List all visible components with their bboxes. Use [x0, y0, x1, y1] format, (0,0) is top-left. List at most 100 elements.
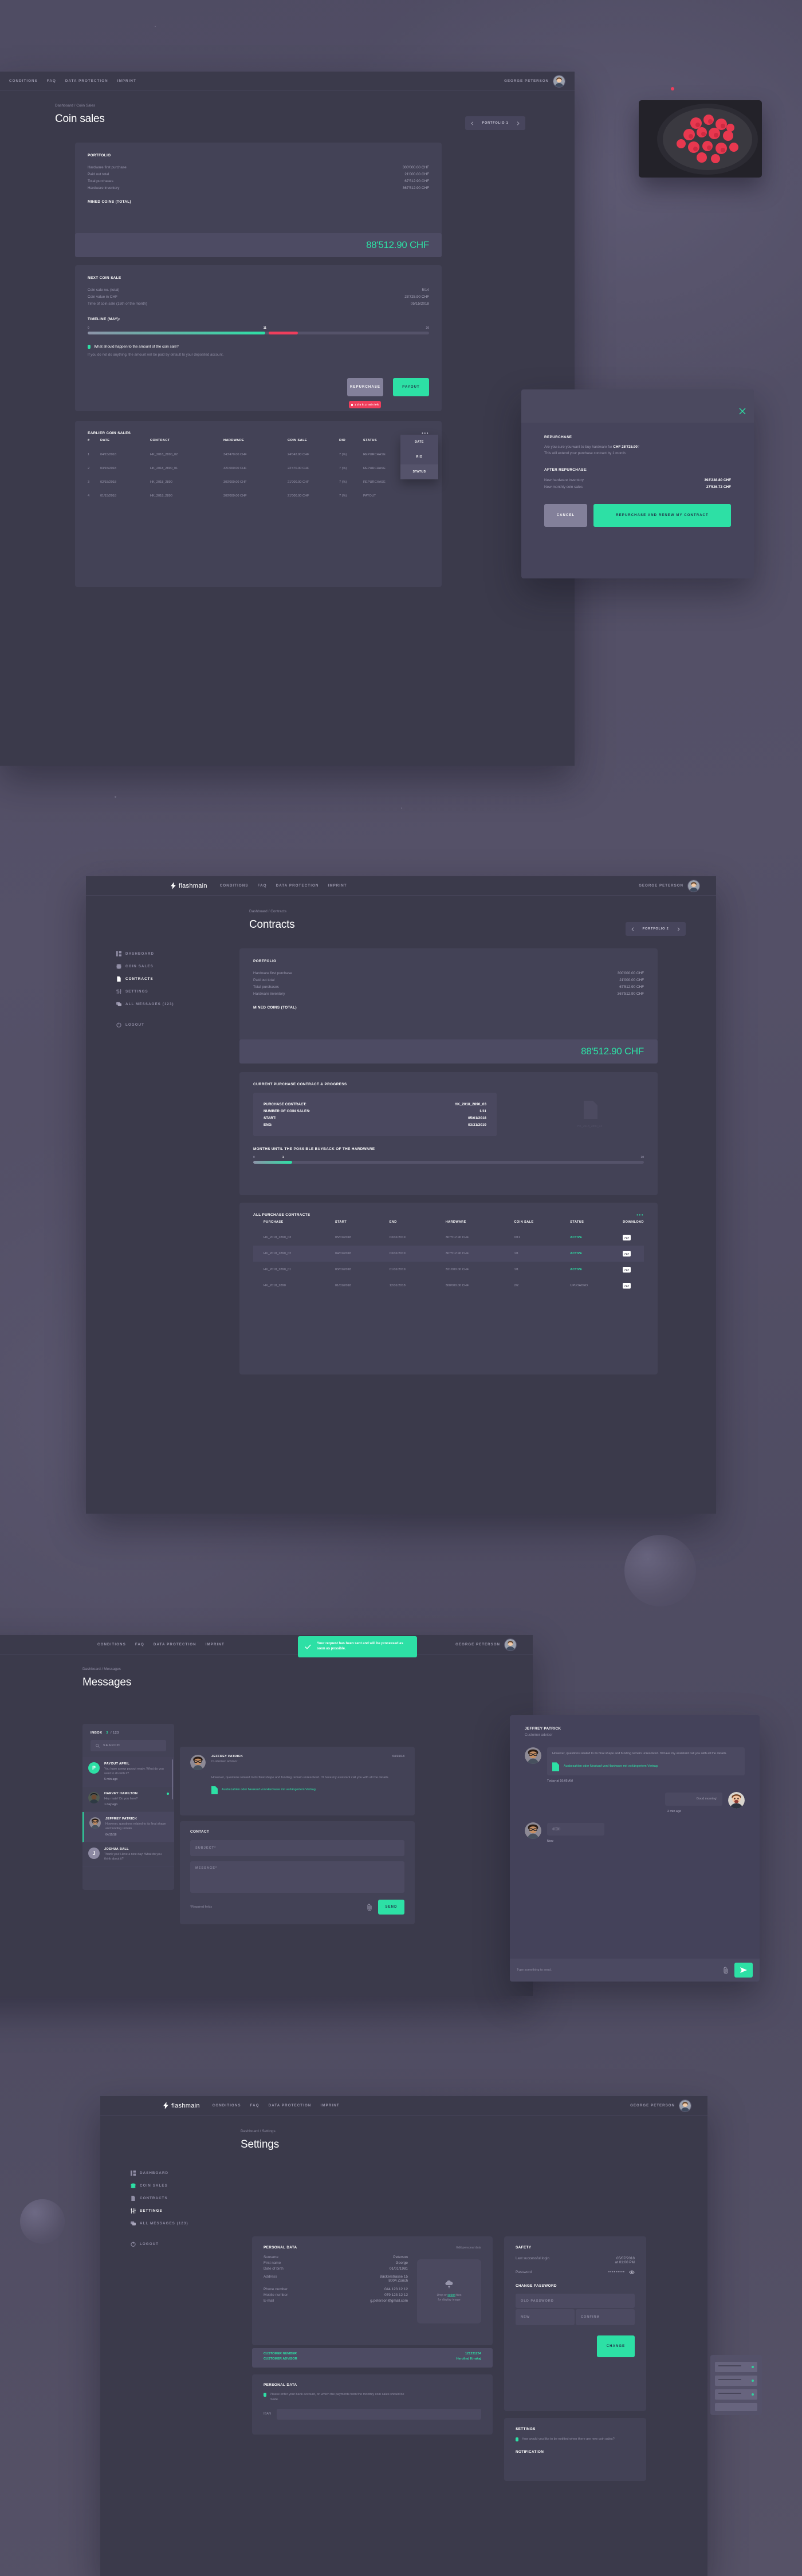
user-menu[interactable]: GEORGE PETERSON	[504, 74, 565, 88]
timeline-track[interactable]	[88, 332, 429, 334]
sidebar-item-all-messages[interactable]: ALL MESSAGES (123)	[131, 2221, 188, 2226]
display-image-dropzone[interactable]: Drop or select files for display image	[417, 2259, 481, 2323]
old-password-input[interactable]: OLD PASSWORD	[516, 2294, 635, 2308]
more-options-icon[interactable]: •••	[636, 1212, 644, 1217]
nav-faq[interactable]: FAQ	[250, 2104, 260, 2108]
nav-imprint[interactable]: IMPRINT	[321, 2104, 340, 2108]
sidebar-item-coin-sales[interactable]: COIN SALES	[116, 964, 174, 969]
sidebar-item-logout[interactable]: LOGOUT	[131, 2242, 188, 2247]
contract-doc-preview[interactable]: HK_2018_2890_03	[577, 1101, 602, 1128]
sort-option-rio[interactable]: RIO	[400, 450, 438, 464]
chat-send-button[interactable]	[734, 1963, 753, 1978]
paperclip-icon[interactable]	[724, 1967, 729, 1974]
chat-input[interactable]: Type something to send.	[517, 1968, 718, 1972]
nav-data-protection[interactable]: DATA PROTECTION	[154, 1643, 196, 1647]
avatar: P	[88, 1762, 100, 1774]
buyback-progress[interactable]: 0 1 10	[253, 1156, 644, 1164]
pdf-download-button[interactable]: PDF	[623, 1235, 631, 1240]
chat-attachment[interactable]: PDF Ausbezahlen oder Neukauf von Hardwar…	[552, 1762, 740, 1771]
decor-sphere-large	[624, 1535, 696, 1606]
repurchase-button[interactable]: REPURCHASE	[347, 378, 383, 396]
list-item[interactable]: P PAYOUT APRIL You have a new payout rea…	[82, 1757, 174, 1787]
sidebar-item-dashboard[interactable]: DASHBOARD	[116, 951, 174, 956]
list-item[interactable]: HARVEY HAMILTON Hey mate! Do you here? 1…	[82, 1787, 174, 1813]
timeline[interactable]: 0 11 20	[88, 326, 429, 334]
portfolio-selector[interactable]: PORTFOLIO 1	[465, 116, 525, 130]
cancel-button[interactable]: CANCEL	[544, 504, 587, 527]
chevron-left-icon	[631, 927, 634, 931]
scrollbar[interactable]	[172, 1759, 173, 1799]
user-menu[interactable]: GEORGE PETERSON	[455, 1638, 517, 1651]
nav-imprint[interactable]: IMPRINT	[206, 1643, 225, 1647]
nav-conditions[interactable]: CONDITIONS	[97, 1643, 126, 1647]
pdf-download-button[interactable]: PDF	[623, 1267, 631, 1273]
avatar[interactable]	[687, 879, 700, 892]
sort-option-date[interactable]: DATE	[400, 435, 438, 450]
sidebar-item-contracts[interactable]: CONTRACTS	[116, 976, 174, 982]
personal-row: E-mail g.peterson@gmail.com	[264, 2298, 408, 2303]
message-field[interactable]: MESSAGE*	[190, 1861, 404, 1893]
edit-personal-data-link[interactable]: Edit personal data	[457, 2246, 481, 2250]
send-button[interactable]: SEND	[378, 1900, 404, 1915]
avatar[interactable]	[504, 1638, 517, 1651]
table-header-row: # DATE CONTRACT HARDWARE COIN SALE RIO S…	[88, 435, 429, 448]
sort-option-status[interactable]: STATUS	[400, 464, 438, 479]
nav-faq[interactable]: FAQ	[47, 79, 56, 83]
pdf-download-button[interactable]: PDF	[623, 1283, 631, 1289]
close-icon[interactable]	[739, 408, 746, 415]
confirm-password-input[interactable]: CONFIRM	[576, 2309, 635, 2325]
brand-logo[interactable]: flashmain	[163, 2102, 200, 2109]
sidebar-item-settings[interactable]: SETTINGS	[131, 2208, 188, 2213]
sidebar-item-coin-sales[interactable]: COIN SALES	[131, 2183, 188, 2188]
more-options-icon[interactable]: •••	[422, 431, 429, 435]
payout-button[interactable]: PAYOUT	[393, 378, 429, 396]
row-value: Peterson	[393, 2255, 408, 2259]
sidebar-item-dashboard[interactable]: DASHBOARD	[131, 2171, 188, 2176]
personal-row: Surname Peterson	[264, 2254, 408, 2260]
progress-track[interactable]	[253, 1161, 644, 1164]
nav-imprint[interactable]: IMPRINT	[117, 79, 136, 83]
confirm-repurchase-button[interactable]: REPURCHASE AND RENEW MY CONTRACT	[593, 504, 731, 527]
list-item[interactable]: JEFFREY PATRICK However, questions relat…	[82, 1812, 174, 1842]
list-item[interactable]: J JOSHUA BALL Thank you! Have a nice day…	[82, 1842, 174, 1867]
portfolio-selector[interactable]: PORTFOLIO 2	[626, 922, 686, 936]
nav-data-protection[interactable]: DATA PROTECTION	[269, 2104, 312, 2108]
search-input[interactable]: SEARCH	[91, 1740, 166, 1751]
nav-data-protection[interactable]: DATA PROTECTION	[65, 79, 108, 83]
sidebar-item-logout[interactable]: LOGOUT	[116, 1022, 174, 1027]
eye-icon[interactable]	[629, 2270, 635, 2274]
avatar	[190, 1755, 206, 1770]
pdf-download-button[interactable]: PDF	[623, 1251, 631, 1257]
paperclip-icon[interactable]	[367, 1904, 372, 1911]
avatar[interactable]	[679, 2099, 691, 2112]
change-password-button[interactable]: CHANGE	[597, 2335, 635, 2357]
nav-faq[interactable]: FAQ	[258, 884, 267, 888]
nav-conditions[interactable]: CONDITIONS	[220, 884, 249, 888]
brand-logo[interactable]: flashmain	[171, 882, 207, 889]
sidebar-item-settings[interactable]: SETTINGS	[116, 989, 174, 994]
subject-field[interactable]: SUBJECT*	[190, 1840, 404, 1856]
sort-dropdown-menu[interactable]: DATE RIO STATUS	[400, 435, 438, 479]
message-list[interactable]: P PAYOUT APRIL You have a new payout rea…	[82, 1757, 174, 1867]
row-label: New hardware inventory	[544, 478, 584, 482]
new-password-input[interactable]: NEW	[516, 2309, 575, 2325]
row-label: Hardware first purchase	[253, 971, 292, 975]
nav-conditions[interactable]: CONDITIONS	[9, 79, 38, 83]
user-menu[interactable]: GEORGE PETERSON	[639, 879, 700, 892]
nav-imprint[interactable]: IMPRINT	[328, 884, 347, 888]
nav-conditions[interactable]: CONDITIONS	[213, 2104, 241, 2108]
cloud-upload-icon	[445, 2280, 453, 2289]
row-label: Hardware first purchase	[88, 165, 127, 170]
user-menu[interactable]: GEORGE PETERSON	[630, 2099, 691, 2112]
iban-input[interactable]	[277, 2408, 481, 2420]
dropzone-select-link[interactable]: select	[447, 2294, 455, 2297]
sidebar-item-all-messages[interactable]: ALL MESSAGES (123)	[116, 1002, 174, 1007]
nav-faq[interactable]: FAQ	[135, 1643, 144, 1647]
chat-bubble: Good morning!	[665, 1792, 722, 1806]
sidebar-item-contracts[interactable]: CONTRACTS	[131, 2196, 188, 2201]
avatar[interactable]	[553, 74, 565, 88]
decor-star	[115, 796, 116, 798]
nav-data-protection[interactable]: DATA PROTECTION	[276, 884, 319, 888]
detail-attachment[interactable]: PDF Ausbezahlen oder Neukauf von Hardwar…	[190, 1786, 404, 1794]
row-value: 393'238.80 CHF	[704, 478, 731, 482]
